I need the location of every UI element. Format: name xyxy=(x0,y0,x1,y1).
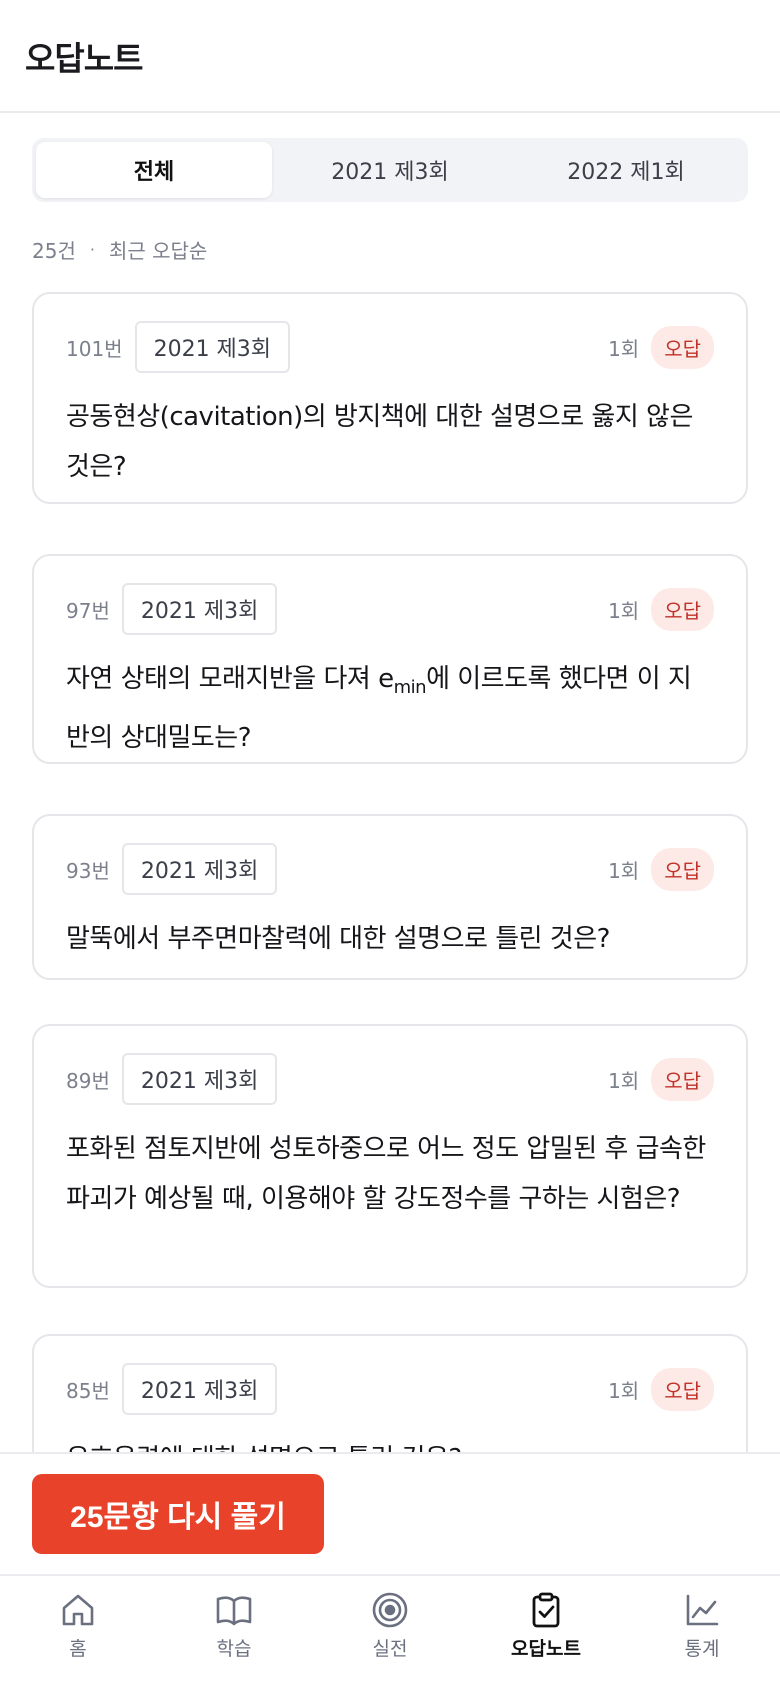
wrong-badge: 오답 xyxy=(651,587,714,631)
round-tag: 2021 제3회 xyxy=(134,321,291,373)
target-icon xyxy=(372,1592,408,1628)
nav-label: 학습 xyxy=(216,1638,252,1660)
round-tag: 2021 제3회 xyxy=(121,1053,278,1105)
card-meta: 97번 2021 제3회 1회 오답 xyxy=(66,583,714,635)
nav-study[interactable]: 학습 xyxy=(156,1576,312,1688)
nav-practice[interactable]: 실전 xyxy=(312,1576,468,1688)
round-tag: 2021 제3회 xyxy=(121,583,278,635)
sort-order[interactable]: 최근 오답순 xyxy=(109,235,207,264)
question-card[interactable]: 97번 2021 제3회 1회 오답 자연 상태의 모래지반을 다져 emin에… xyxy=(32,554,748,764)
tab-2022-round-1[interactable]: 2022 제1회 xyxy=(508,142,744,198)
question-text: 자연 상태의 모래지반을 다져 emin에 이르도록 했다면 이 지반의 상대밀… xyxy=(66,664,692,754)
list-summary: 25건 · 최근 오답순 xyxy=(32,235,207,264)
wrong-count: 1회 xyxy=(608,598,640,623)
card-meta: 93번 2021 제3회 1회 오답 xyxy=(66,843,714,895)
retry-bar: 25문항 다시 풀기 xyxy=(0,1452,780,1574)
question-number: 97번 xyxy=(66,598,110,623)
question-number: 89번 xyxy=(66,1068,110,1093)
wrong-badge: 오답 xyxy=(651,1057,714,1101)
question-text: 공동현상(cavitation)의 방지책에 대한 설명으로 옳지 않은 것은? xyxy=(66,402,693,482)
wrong-count: 1회 xyxy=(608,858,640,883)
nav-label: 통계 xyxy=(684,1638,720,1660)
tab-2021-round-3[interactable]: 2021 제3회 xyxy=(272,142,508,198)
question-card[interactable]: 101번 2021 제3회 1회 오답 공동현상(cavitation)의 방지… xyxy=(32,292,748,504)
nav-label: 홈 xyxy=(69,1638,87,1660)
wrong-badge: 오답 xyxy=(651,1367,714,1411)
question-text: 유효응력에 대한 설명으로 틀린 것은? xyxy=(66,1434,714,1452)
bottom-nav: 홈 학습 실전 오답노트 통계 xyxy=(0,1574,780,1688)
question-number: 85번 xyxy=(66,1378,110,1403)
nav-label: 실전 xyxy=(372,1638,408,1660)
question-number: 93번 xyxy=(66,858,110,883)
card-meta: 85번 2021 제3회 1회 오답 xyxy=(66,1363,714,1415)
question-card[interactable]: 85번 2021 제3회 1회 오답 유효응력에 대한 설명으로 틀린 것은? xyxy=(32,1334,748,1452)
wrong-badge: 오답 xyxy=(651,847,714,891)
question-card[interactable]: 93번 2021 제3회 1회 오답 말뚝에서 부주면마찰력에 대한 설명으로 … xyxy=(32,814,748,980)
question-text: 포화된 점토지반에 성토하중으로 어느 정도 압밀된 후 급속한 파괴가 예상될… xyxy=(66,1134,706,1214)
nav-wrong-notes[interactable]: 오답노트 xyxy=(468,1576,624,1688)
card-meta: 89번 2021 제3회 1회 오답 xyxy=(66,1053,714,1105)
summary-separator: · xyxy=(89,240,95,259)
tab-all[interactable]: 전체 xyxy=(36,142,272,198)
app-header: 오답노트 xyxy=(0,0,780,113)
clipboard-check-icon xyxy=(532,1592,560,1628)
question-text: 말뚝에서 부주면마찰력에 대한 설명으로 틀린 것은? xyxy=(66,924,610,954)
card-meta: 101번 2021 제3회 1회 오답 xyxy=(66,321,714,373)
wrong-count: 1회 xyxy=(608,336,640,361)
wrong-answer-list: 101번 2021 제3회 1회 오답 공동현상(cavitation)의 방지… xyxy=(0,292,780,1452)
home-icon xyxy=(62,1594,94,1626)
wrong-badge: 오답 xyxy=(651,325,714,369)
nav-stats[interactable]: 통계 xyxy=(624,1576,780,1688)
wrong-count: 1회 xyxy=(608,1068,640,1093)
page-title: 오답노트 xyxy=(25,39,143,78)
question-card[interactable]: 89번 2021 제3회 1회 오답 포화된 점토지반에 성토하중으로 어느 정… xyxy=(32,1024,748,1288)
nav-label: 오답노트 xyxy=(511,1638,581,1660)
wrong-count: 1회 xyxy=(608,1378,640,1403)
retry-all-button[interactable]: 25문항 다시 풀기 xyxy=(32,1474,324,1554)
round-tag: 2021 제3회 xyxy=(121,1363,278,1415)
round-tag: 2021 제3회 xyxy=(121,843,278,895)
result-count: 25건 xyxy=(32,239,76,263)
chart-icon xyxy=(686,1594,719,1626)
question-number: 101번 xyxy=(66,336,123,361)
nav-home[interactable]: 홈 xyxy=(0,1576,156,1688)
book-icon xyxy=(216,1596,252,1626)
round-filter-tabs: 전체 2021 제3회 2022 제1회 xyxy=(32,138,748,202)
